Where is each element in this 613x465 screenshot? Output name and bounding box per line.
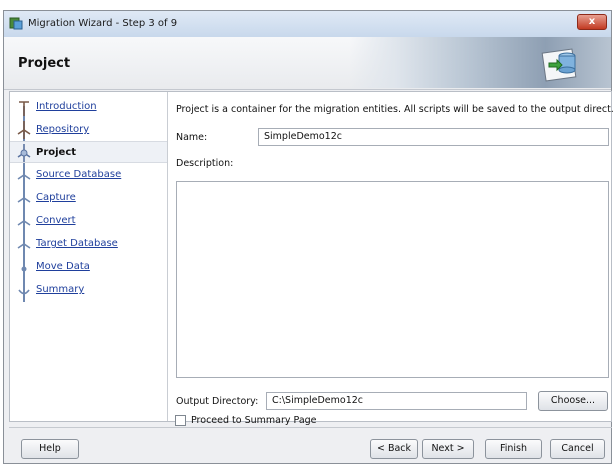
window-title: Migration Wizard - Step 3 of 9 bbox=[28, 18, 178, 29]
wizard-app-icon bbox=[9, 17, 23, 30]
title-bar: Migration Wizard - Step 3 of 9 x bbox=[4, 11, 611, 38]
back-button[interactable]: < Back bbox=[370, 439, 418, 459]
proceed-to-summary-checkbox[interactable] bbox=[175, 415, 186, 426]
description-label: Description: bbox=[176, 158, 234, 169]
proceed-to-summary-label: Proceed to Summary Page bbox=[191, 415, 317, 426]
header-banner bbox=[349, 37, 611, 88]
step-label: Repository bbox=[36, 124, 90, 135]
step-label: Project bbox=[36, 147, 77, 158]
step-icon bbox=[17, 166, 31, 184]
close-icon: x bbox=[588, 16, 596, 27]
step-convert[interactable]: Convert bbox=[10, 210, 167, 232]
step-label: Convert bbox=[36, 215, 76, 226]
migration-wizard-window: Migration Wizard - Step 3 of 9 x Project… bbox=[3, 10, 613, 464]
step-target-database[interactable]: Target Database bbox=[10, 233, 167, 255]
step-end-icon bbox=[18, 281, 30, 295]
choose-button[interactable]: Choose... bbox=[538, 391, 608, 411]
step-summary[interactable]: Summary bbox=[10, 279, 167, 301]
step-done-icon bbox=[19, 101, 29, 116]
cancel-button[interactable]: Cancel bbox=[550, 439, 605, 459]
wizard-content: Introduction Repository Project Source D… bbox=[9, 91, 613, 422]
output-directory-field[interactable]: C:\SimpleDemo12c bbox=[266, 392, 527, 410]
step-label: Summary bbox=[36, 284, 85, 295]
step-icon bbox=[21, 258, 27, 276]
wizard-header: Project bbox=[4, 37, 611, 90]
wizard-steps-nav: Introduction Repository Project Source D… bbox=[10, 92, 168, 421]
project-name-field[interactable]: SimpleDemo12c bbox=[258, 128, 609, 146]
project-info-text: Project is a container for the migration… bbox=[176, 104, 613, 115]
help-button[interactable]: Help bbox=[21, 439, 79, 459]
finish-button[interactable]: Finish bbox=[485, 439, 542, 459]
step-current-icon bbox=[17, 144, 31, 162]
close-button[interactable]: x bbox=[577, 14, 607, 30]
step-project[interactable]: Project bbox=[10, 141, 167, 163]
step-icon bbox=[17, 212, 31, 230]
page-title: Project bbox=[18, 56, 71, 71]
project-panel: Project is a container for the migration… bbox=[168, 92, 613, 421]
description-field[interactable] bbox=[176, 181, 609, 378]
database-migration-icon bbox=[541, 48, 577, 82]
step-repository[interactable]: Repository bbox=[10, 119, 167, 141]
step-capture[interactable]: Capture bbox=[10, 187, 167, 209]
step-label: Move Data bbox=[36, 261, 90, 272]
footer-divider bbox=[9, 427, 612, 428]
step-label: Capture bbox=[36, 192, 76, 203]
step-introduction[interactable]: Introduction bbox=[10, 96, 167, 118]
step-icon bbox=[17, 189, 31, 207]
step-icon bbox=[17, 235, 31, 253]
step-done-icon bbox=[17, 121, 31, 139]
step-move-data[interactable]: Move Data bbox=[10, 256, 167, 278]
name-label: Name: bbox=[176, 132, 208, 143]
step-label: Source Database bbox=[36, 169, 122, 180]
output-directory-label: Output Directory: bbox=[176, 396, 259, 407]
step-source-database[interactable]: Source Database bbox=[10, 164, 167, 186]
step-label: Target Database bbox=[36, 238, 118, 249]
step-label: Introduction bbox=[36, 101, 97, 112]
next-button[interactable]: Next > bbox=[422, 439, 474, 459]
